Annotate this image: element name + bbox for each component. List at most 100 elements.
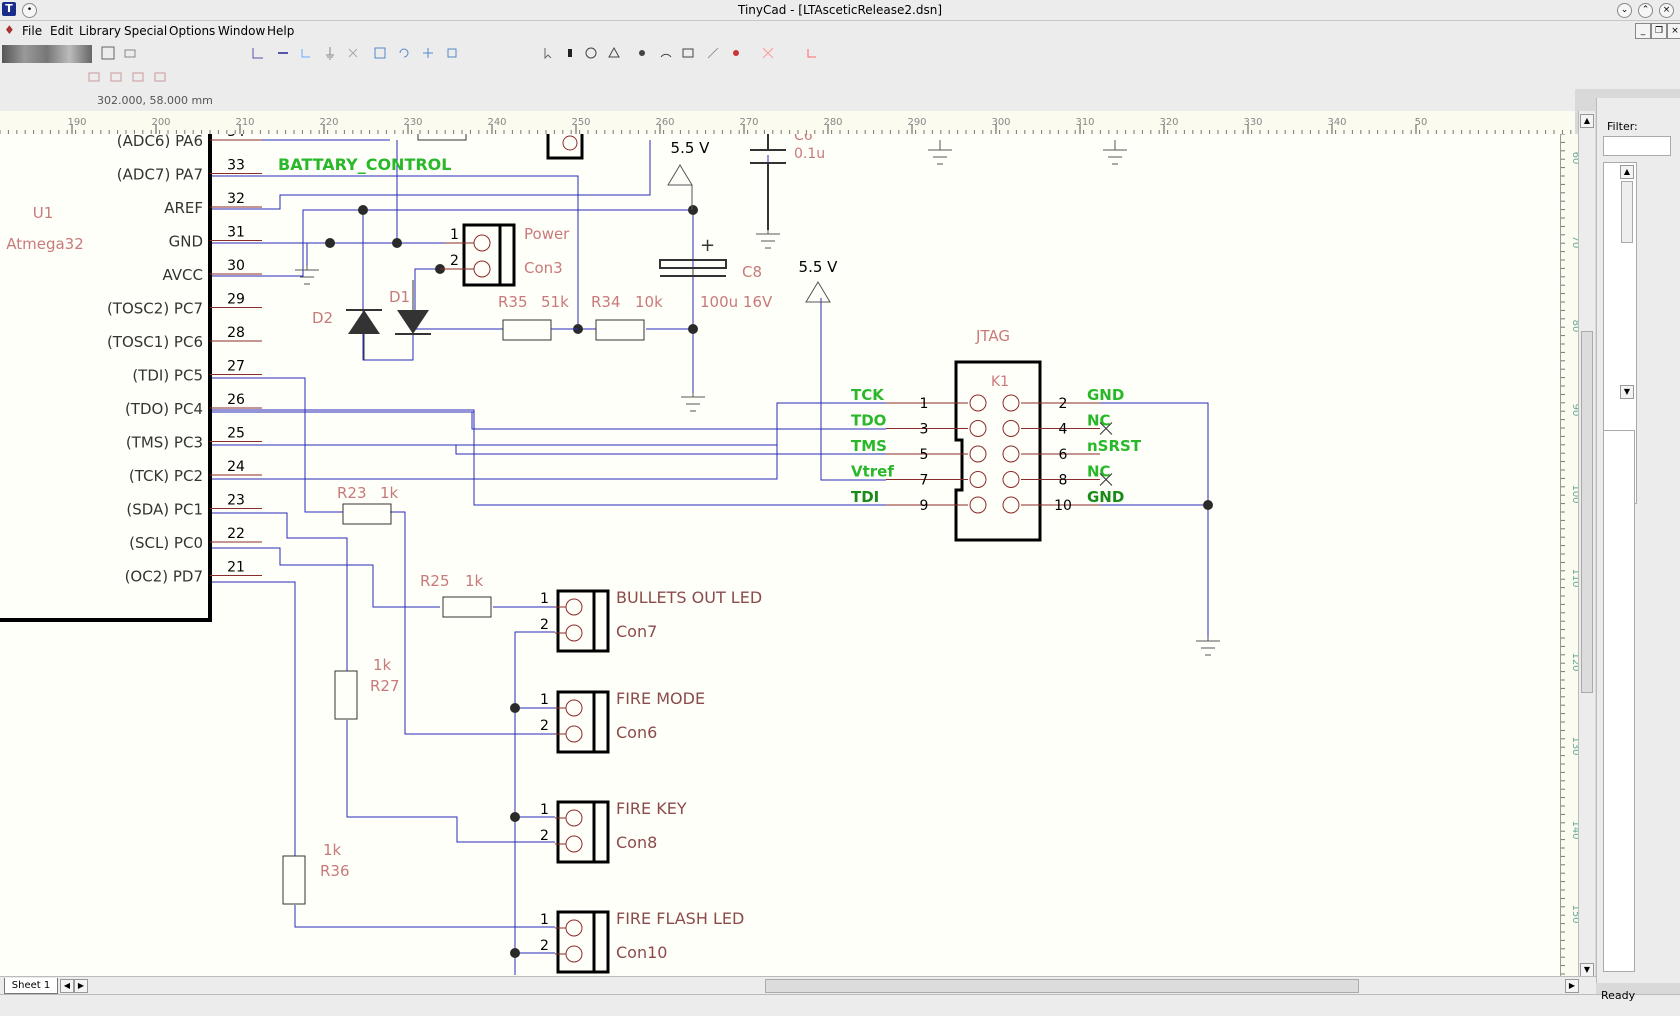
c8-ref: C8 <box>742 263 762 281</box>
ruler-label: 270 <box>739 117 758 128</box>
list-down-arrow[interactable]: ▼ <box>1620 385 1634 399</box>
power-symbol-2[interactable] <box>805 281 831 303</box>
resistor-r27[interactable] <box>334 670 358 720</box>
horizontal-scroll-thumb[interactable] <box>765 979 1359 993</box>
menu-window[interactable]: Window <box>218 24 265 38</box>
bus-tool-icon[interactable] <box>275 45 291 61</box>
connector-con6[interactable] <box>555 690 610 754</box>
schematic-canvas[interactable]: U1 Atmega32 34(ADC6) PA633(ADC7) PA732AR… <box>0 134 1560 976</box>
minimize-button[interactable]: ⌄ <box>1617 3 1632 18</box>
jtag-ref: K1 <box>991 374 1009 390</box>
d1-label: D1 <box>389 288 410 306</box>
zoom-icon[interactable] <box>444 45 460 61</box>
u1-pin-name: (SCL) PC0 <box>129 534 203 552</box>
save-icon[interactable] <box>100 45 116 61</box>
group-icon[interactable] <box>130 69 146 85</box>
circle-tool-icon[interactable] <box>583 45 599 61</box>
wire-tool-icon[interactable] <box>250 45 266 61</box>
scroll-right-arrow[interactable]: ▶ <box>1565 979 1579 993</box>
diode-d2[interactable] <box>346 309 382 360</box>
vertical-scroll-thumb[interactable] <box>1581 331 1593 693</box>
resistor-r36[interactable] <box>282 855 306 905</box>
toolbar-file-group[interactable] <box>2 45 92 63</box>
menu-edit[interactable]: Edit <box>50 24 73 38</box>
list-scroll-thumb[interactable] <box>1621 181 1633 243</box>
u1-pin-number: 32 <box>227 191 245 207</box>
power-tool-icon[interactable] <box>322 45 338 61</box>
marker-tool-icon[interactable] <box>728 45 744 61</box>
ruler-label: 200 <box>151 117 170 128</box>
coordinate-bar: 302.000, 58.000 mm <box>0 89 1575 111</box>
cursor-icon[interactable] <box>540 45 556 61</box>
distribute-icon[interactable] <box>108 69 124 85</box>
d2-label: D2 <box>312 309 333 327</box>
rectangle-tool-icon[interactable] <box>680 45 696 61</box>
jtag-left-pin-circle <box>969 496 987 514</box>
arc-tool-icon[interactable] <box>658 45 674 61</box>
vertical-scrollbar[interactable]: ▲ ▼ <box>1578 111 1595 977</box>
u1-pin-number: 25 <box>227 426 245 442</box>
resistor-r35[interactable] <box>502 319 552 341</box>
r23-ref: R23 <box>337 484 367 502</box>
connector-con8[interactable] <box>555 800 610 864</box>
maximize-button[interactable]: ⌃ <box>1638 3 1653 18</box>
vertical-ruler: 60 70 80 90 100 110 120 130 140 150 <box>1560 133 1581 976</box>
menu-special[interactable]: Special <box>124 24 167 38</box>
connector-con10[interactable] <box>555 910 610 974</box>
scroll-down-arrow[interactable]: ▼ <box>1580 963 1594 977</box>
schematic-drawing[interactable]: U1 Atmega32 34(ADC6) PA633(ADC7) PA732AR… <box>0 134 1560 976</box>
tab-sheet-1[interactable]: Sheet 1 <box>4 978 58 994</box>
connector-pin-1: 1 <box>540 591 549 607</box>
node-tool-icon[interactable] <box>634 45 650 61</box>
erase-tool-icon[interactable] <box>760 45 776 61</box>
menu-file[interactable]: File <box>22 24 42 38</box>
menu-library[interactable]: Library <box>79 24 121 38</box>
polygon-tool-icon[interactable] <box>606 45 622 61</box>
resistor-r23[interactable] <box>342 503 392 525</box>
jtag-right-pin-circle <box>1002 420 1020 437</box>
list-up-arrow[interactable]: ▲ <box>1620 165 1634 179</box>
connector-ref: Con6 <box>616 723 657 742</box>
jtag-pins: TCK 1TDO 3TMS 5Vtref 7TDI 92 GND4 NC6 nSRST8 NC10… <box>851 386 1142 514</box>
format-toolbar <box>0 67 1680 89</box>
menu-options[interactable]: Options <box>169 24 215 38</box>
rotate-icon[interactable] <box>396 45 412 61</box>
resistor-r25[interactable] <box>442 596 492 618</box>
close-button[interactable]: × <box>1659 3 1674 18</box>
u1-pins: 34 (ADC6) PA6 33 (ADC7) PA7 32 AREF 31 GND 30 AVC… <box>107 134 262 586</box>
tab-prev-arrow[interactable]: ◀ <box>60 979 74 993</box>
align-icon[interactable] <box>86 69 102 85</box>
power-symbol-1[interactable] <box>667 164 693 210</box>
tab-next-arrow[interactable]: ▶ <box>74 979 88 993</box>
resistor-r34[interactable] <box>595 319 645 341</box>
connector-body <box>556 589 610 653</box>
u1-part: Atmega32 <box>6 235 84 253</box>
connector-con7[interactable] <box>555 589 610 653</box>
filter-input[interactable] <box>1603 136 1671 156</box>
capacitor-c6[interactable] <box>750 134 786 230</box>
bottom-bar: Sheet 1 ◀ ▶ ▶ <box>0 976 1596 995</box>
ruler-label: 230 <box>403 117 422 128</box>
power-label-2: 5.5 V <box>799 258 839 276</box>
print-icon[interactable] <box>122 45 138 61</box>
net-label-battary-control[interactable]: BATTARY_CONTROL <box>278 155 451 174</box>
no-connect-icon[interactable] <box>345 45 361 61</box>
ungroup-icon[interactable] <box>152 69 168 85</box>
menu-help[interactable]: Help <box>267 24 294 38</box>
line-tool-icon[interactable] <box>705 45 721 61</box>
jtag-left-pin-circle <box>969 394 987 412</box>
label-tool-icon[interactable] <box>298 45 314 61</box>
text-tool-icon[interactable] <box>804 45 820 61</box>
connector-pin-2: 2 <box>540 718 549 734</box>
select-tool-icon[interactable] <box>372 45 388 61</box>
connector-pin-2-circle <box>565 945 583 963</box>
pin-tool-icon[interactable] <box>562 45 578 61</box>
scroll-up-arrow[interactable]: ▲ <box>1580 114 1594 128</box>
resistor-partial-top[interactable] <box>417 134 467 141</box>
con3-ref: Con3 <box>524 259 563 277</box>
mdi-close-button[interactable]: × <box>1667 23 1680 39</box>
flip-icon[interactable] <box>420 45 436 61</box>
mdi-minimize-button[interactable]: _ <box>1635 23 1651 39</box>
jtag-left-pin-circle <box>969 471 987 488</box>
mdi-restore-button[interactable]: ❐ <box>1651 23 1667 39</box>
